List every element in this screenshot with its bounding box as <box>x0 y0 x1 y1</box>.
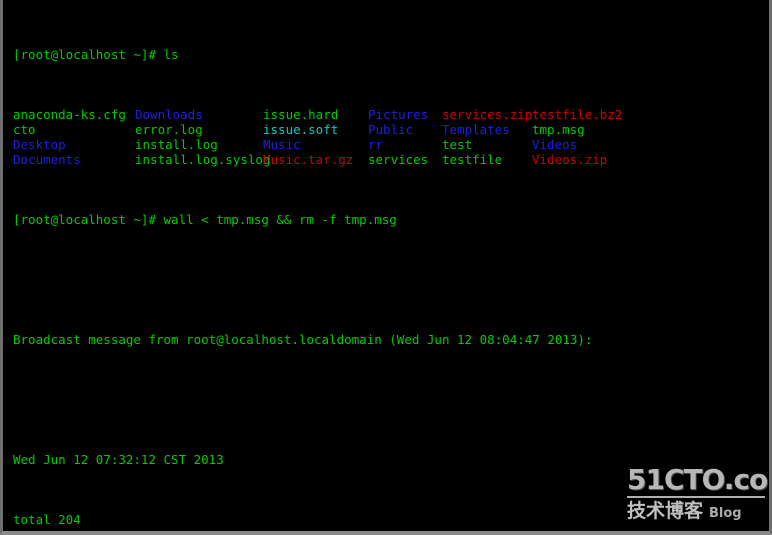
ls-entry[interactable]: Music.tar.gz <box>263 152 368 167</box>
ls-output-row: Desktop install.log Music rr test Videos <box>3 137 769 152</box>
ls-entry[interactable]: issue.hard <box>263 107 368 122</box>
ls-output-row: anaconda-ks.cfg Downloads issue.hard Pictur… <box>3 107 769 122</box>
ls-entry[interactable]: issue.soft <box>263 122 368 137</box>
ls-entry[interactable]: Videos <box>532 137 622 152</box>
ls-entry[interactable]: Videos.zip <box>532 152 622 167</box>
ls-entry[interactable]: cto <box>13 122 135 137</box>
ls-entry[interactable]: testfile <box>442 152 532 167</box>
command-line-ls-1: [root@localhost ~]# ls <box>13 47 179 62</box>
ls-entry[interactable]: install.log <box>135 137 263 152</box>
ls-output-row: cto error.log issue.soft Public Templates tmp… <box>3 122 769 137</box>
ls-entry[interactable]: Downloads <box>135 107 263 122</box>
ls-entry[interactable]: Desktop <box>13 137 135 152</box>
ls-entry[interactable]: error.log <box>135 122 263 137</box>
ls-output-first: anaconda-ks.cfg Downloads issue.hard Pictur… <box>3 107 769 167</box>
total-line: total 204 <box>13 512 81 527</box>
ls-entry[interactable]: test <box>442 137 532 152</box>
ls-entry[interactable]: services.zip <box>442 107 532 122</box>
ls-entry[interactable]: Music <box>263 137 368 152</box>
broadcast-header: Broadcast message from root@localhost.lo… <box>13 332 593 347</box>
ls-entry[interactable]: testfile.bz2 <box>532 107 622 122</box>
ls-entry[interactable]: Documents <box>13 152 135 167</box>
ls-output-row: Documents install.log.syslogMusic.tar.gz s… <box>3 152 769 167</box>
ls-entry[interactable]: Templates <box>442 122 532 137</box>
ls-entry[interactable]: Public <box>368 122 442 137</box>
terminal-window[interactable]: [root@localhost ~]# ls anaconda-ks.cfg Do… <box>0 0 772 535</box>
ls-entry[interactable]: services <box>368 152 442 167</box>
ls-entry[interactable]: install.log.syslog <box>135 152 270 167</box>
ls-entry[interactable]: rr <box>368 137 442 152</box>
ls-entry[interactable]: Pictures <box>368 107 442 122</box>
broadcast-body: Wed Jun 12 07:32:12 CST 2013 <box>13 452 224 467</box>
command-line-wall: [root@localhost ~]# wall < tmp.msg && rm… <box>13 212 397 227</box>
ls-entry[interactable]: tmp.msg <box>532 122 622 137</box>
terminal-screen[interactable]: [root@localhost ~]# ls anaconda-ks.cfg Do… <box>3 0 769 531</box>
ls-entry[interactable]: anaconda-ks.cfg <box>13 107 135 122</box>
